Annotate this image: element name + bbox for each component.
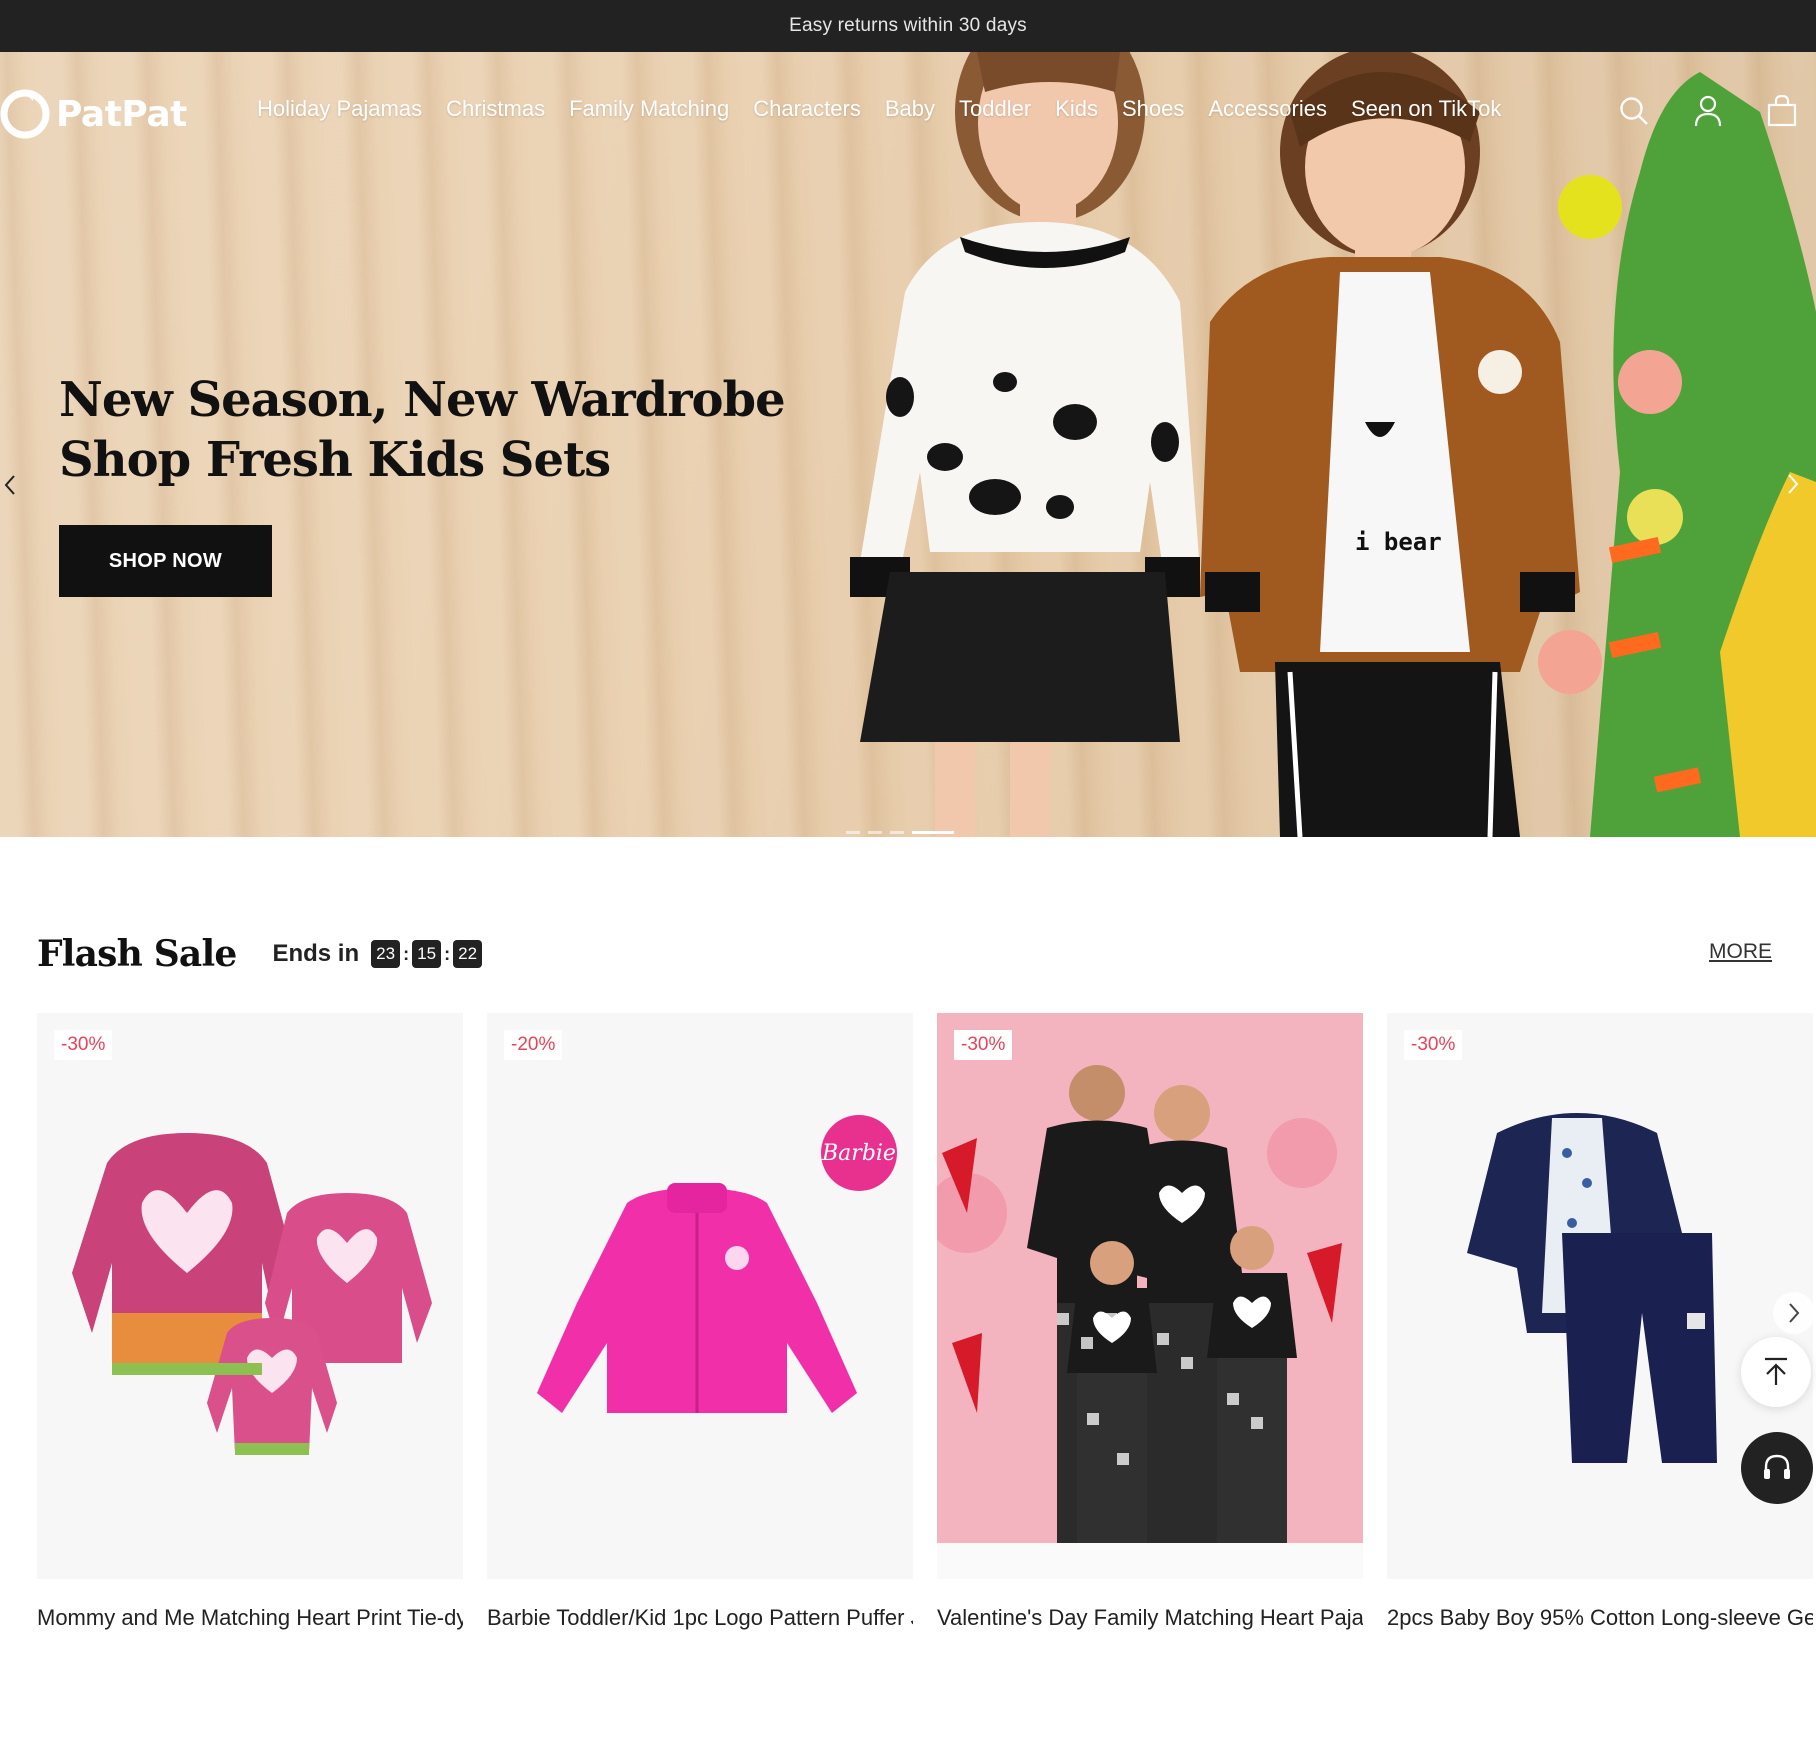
arrow-up-icon — [1765, 1357, 1787, 1385]
discount-badge: -30% — [954, 1030, 1013, 1060]
hero-dot-2[interactable] — [868, 831, 882, 834]
nav-accessories[interactable]: Accessories — [1208, 96, 1327, 122]
products-next-arrow[interactable] — [1773, 1292, 1815, 1334]
main-nav: Holiday Pajamas Christmas Family Matchin… — [257, 92, 1555, 132]
product-name[interactable]: Mommy and Me Matching Heart Print Tie-dy… — [37, 1605, 463, 1633]
hero-next-arrow[interactable] — [1778, 466, 1808, 502]
discount-badge: -30% — [1404, 1030, 1463, 1060]
flash-sale-carousel: -30% Mommy and Me Matching Heart Print T… — [37, 1013, 1816, 1633]
customer-support-button[interactable] — [1741, 1432, 1813, 1504]
headset-icon — [1764, 1454, 1790, 1479]
account-button[interactable] — [1692, 94, 1724, 128]
product-name[interactable]: Barbie Toddler/Kid 1pc Logo Pattern Puff… — [487, 1605, 913, 1633]
nav-holiday-pajamas[interactable]: Holiday Pajamas — [257, 96, 422, 122]
product-card[interactable]: Barbie -20% Barbie Toddler/Kid 1pc Logo … — [487, 1013, 913, 1633]
flash-sale-title: Flash Sale — [37, 933, 237, 975]
shop-now-button[interactable]: SHOP NOW — [59, 525, 272, 597]
product-name[interactable]: 2pcs Baby Boy 95% Cotton Long-sleeve Gen… — [1387, 1605, 1813, 1633]
nav-toddler[interactable]: Toddler — [959, 96, 1031, 122]
hero-dot-4[interactable] — [912, 831, 954, 834]
product-image[interactable]: -30% — [1387, 1013, 1813, 1579]
discount-badge: -30% — [54, 1030, 113, 1060]
search-icon — [1620, 97, 1648, 125]
hero-title-line1: New Season, New Wardrobe — [59, 372, 786, 428]
cart-button[interactable] — [1766, 94, 1798, 128]
product-photo — [1467, 1113, 1717, 1463]
product-name[interactable]: Valentine's Day Family Matching Heart Pa… — [937, 1605, 1363, 1633]
nav-kids[interactable]: Kids — [1055, 96, 1098, 122]
countdown-timer: 23 : 15 : 22 — [371, 940, 483, 968]
site-header: PatPat Holiday Pajamas Christmas Family … — [0, 52, 1816, 172]
nav-characters[interactable]: Characters — [753, 96, 861, 122]
bag-icon — [1767, 95, 1797, 127]
hero-title-line2: Shop Fresh Kids Sets — [59, 432, 611, 488]
product-photo — [937, 1013, 1363, 1579]
nav-shoes[interactable]: Shoes — [1122, 96, 1184, 122]
promo-text: Easy returns within 30 days — [789, 15, 1027, 36]
brand-name: PatPat — [56, 93, 187, 135]
chevron-left-icon — [4, 475, 15, 495]
account-icon — [1694, 95, 1722, 127]
nav-seen-on-tiktok[interactable]: Seen on TikTok — [1351, 96, 1501, 122]
patpat-logo-icon — [0, 89, 50, 139]
svg-text:Barbie: Barbie — [821, 1141, 896, 1166]
discount-badge: -20% — [504, 1030, 563, 1060]
flash-sale-header: Flash Sale Ends in 23 : 15 : 22 MORE — [37, 928, 1772, 980]
ends-in-label: Ends in — [272, 940, 360, 967]
back-to-top-button[interactable] — [1741, 1337, 1811, 1407]
chevron-right-icon — [1789, 1303, 1800, 1323]
product-card[interactable]: -30% Valentine's Day Family Matching Hea… — [937, 1013, 1363, 1633]
more-link[interactable]: MORE — [1709, 940, 1772, 964]
timer-minutes: 15 — [412, 940, 442, 968]
nav-baby[interactable]: Baby — [885, 96, 935, 122]
timer-seconds: 22 — [453, 940, 483, 968]
product-photo: Barbie — [537, 1115, 897, 1413]
product-image[interactable]: Barbie -20% — [487, 1013, 913, 1579]
hero-heading: New Season, New Wardrobe Shop Fresh Kids… — [59, 370, 786, 490]
hero-pagination — [846, 831, 954, 834]
product-image[interactable]: -30% — [37, 1013, 463, 1579]
promo-bar: Easy returns within 30 days — [0, 0, 1816, 52]
chevron-right-icon — [1788, 474, 1799, 494]
search-button[interactable] — [1618, 94, 1650, 128]
hero-dot-3[interactable] — [890, 831, 904, 834]
product-image[interactable]: -30% — [937, 1013, 1363, 1579]
nav-christmas[interactable]: Christmas — [446, 96, 545, 122]
product-photo — [72, 1133, 432, 1455]
hero-prev-arrow[interactable] — [0, 470, 20, 500]
hero-dot-1[interactable] — [846, 831, 860, 834]
product-card[interactable]: -30% 2pcs Baby Boy 95% Cotton Long-sleev… — [1387, 1013, 1813, 1633]
product-card[interactable]: -30% Mommy and Me Matching Heart Print T… — [37, 1013, 463, 1633]
header-actions — [1618, 94, 1798, 128]
svg-text:i bear: i bear — [1355, 528, 1442, 556]
timer-hours: 23 — [371, 940, 401, 968]
nav-family-matching[interactable]: Family Matching — [569, 96, 729, 122]
timer-separator: : — [403, 943, 410, 964]
brand-logo[interactable]: PatPat — [0, 88, 187, 140]
timer-separator: : — [444, 943, 451, 964]
